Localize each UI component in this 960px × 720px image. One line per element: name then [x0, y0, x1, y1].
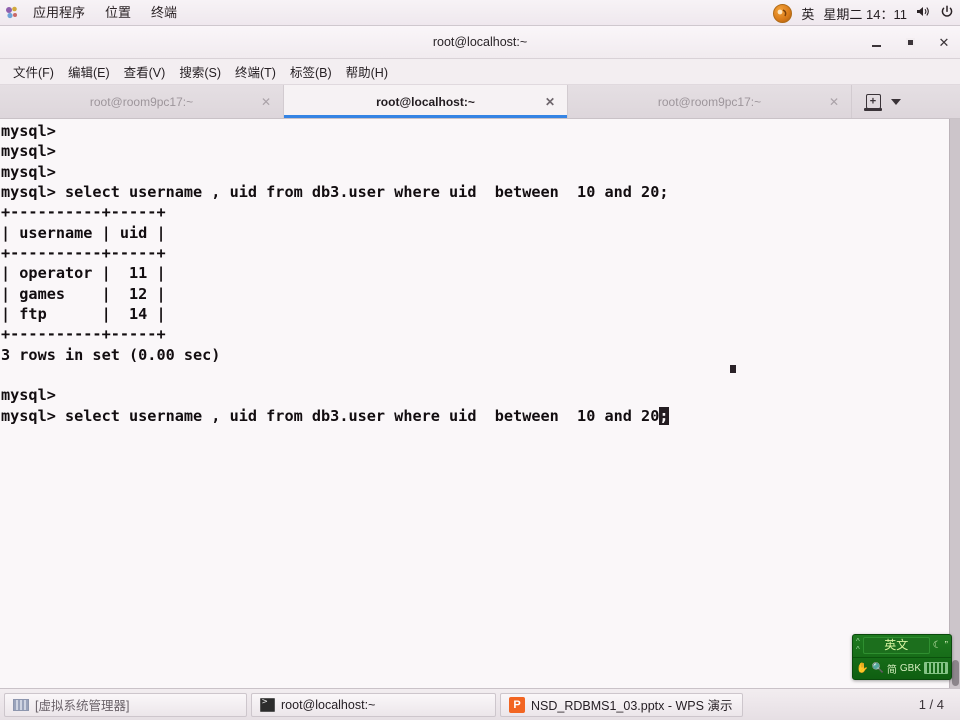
terminal-scrollbar-thumb[interactable] [952, 660, 959, 686]
ime-encoding-label[interactable]: GBK [900, 663, 921, 674]
window-title: root@localhost:~ [432, 35, 528, 49]
taskbar-item-label: [虚拟系统管理器] [35, 699, 130, 713]
tab-room9pc17-2[interactable]: root@room9pc17:~ ✕ [568, 85, 852, 118]
volume-icon[interactable] [916, 5, 931, 21]
tab-bar: root@room9pc17:~ ✕ root@localhost:~ ✕ ro… [0, 85, 960, 119]
user-avatar-icon[interactable] [773, 3, 793, 23]
taskbar-item-virt-manager[interactable]: [虚拟系统管理器] [4, 692, 247, 717]
menubar: 文件(F) 编辑(E) 查看(V) 搜索(S) 终端(T) 标签(B) 帮助(H… [0, 59, 960, 85]
taskbar-item-label: root@localhost:~ [281, 697, 376, 712]
applications-icon[interactable] [4, 5, 20, 21]
tab-label: root@localhost:~ [376, 94, 475, 109]
maximize-button[interactable] [902, 34, 918, 50]
taskbar-item-terminal[interactable]: root@localhost:~ [251, 692, 496, 717]
panel-menu-applications[interactable]: 应用程序 [23, 0, 95, 26]
minimize-button[interactable] [868, 34, 884, 50]
new-tab-icon[interactable] [864, 94, 882, 111]
tab-label: root@room9pc17:~ [657, 94, 762, 109]
terminal-window: root@localhost:~ ✕ 文件(F) 编辑(E) 查看(V) 搜索(… [0, 26, 960, 690]
tab-close-icon[interactable]: ✕ [829, 95, 839, 109]
ime-mode-button[interactable]: 英文 [862, 637, 930, 655]
ime-row-top: ^ ^ 英文 ☾ ” [853, 635, 951, 658]
terminal-output: mysql> mysql> mysql> mysql> select usern… [1, 121, 669, 426]
terminal-icon [260, 697, 275, 712]
tab-close-icon[interactable]: ✕ [545, 95, 555, 109]
terminal-body[interactable]: mysql> mysql> mysql> mysql> select usern… [0, 119, 960, 690]
menu-view[interactable]: 查看(V) [117, 60, 173, 83]
tab-tools [852, 85, 914, 118]
menu-tabs[interactable]: 标签(B) [283, 60, 339, 83]
wps-icon [509, 696, 525, 713]
tab-localhost[interactable]: root@localhost:~ ✕ [284, 85, 568, 118]
window-controls: ✕ [868, 26, 952, 58]
terminal-scrollback: mysql> mysql> mysql> mysql> select usern… [1, 122, 669, 425]
keyboard-icon[interactable] [924, 662, 949, 675]
moon-icon[interactable]: ☾ [933, 640, 942, 651]
taskbar: [虚拟系统管理器] root@localhost:~ NSD_RDBMS1_03… [0, 688, 960, 720]
ime-floating-panel[interactable]: ^ ^ 英文 ☾ ” ✋ 🔍 简 GBK [852, 634, 952, 680]
terminal-cursor: ; [659, 406, 669, 425]
ime-row-bottom: ✋ 🔍 简 GBK [853, 658, 951, 680]
window-titlebar[interactable]: root@localhost:~ ✕ [0, 26, 960, 59]
screen-artifact-dot [730, 365, 736, 373]
power-icon[interactable] [940, 5, 954, 22]
taskbar-item-wps[interactable]: NSD_RDBMS1_03.pptx - WPS 演示 [500, 692, 743, 717]
panel-menu-terminal[interactable]: 终端 [141, 0, 187, 26]
search-icon[interactable]: 🔍 [871, 663, 883, 674]
chevrons-up-icon[interactable]: ^ ^ [856, 637, 860, 654]
panel-status-area: 英 星期二 14：11 [773, 0, 954, 26]
top-panel: 应用程序 位置 终端 英 星期二 14：11 [0, 0, 960, 26]
hand-icon[interactable]: ✋ [856, 663, 868, 674]
quote-icon[interactable]: ” [945, 640, 948, 651]
chevron-down-icon[interactable] [890, 98, 901, 105]
close-button[interactable]: ✕ [936, 34, 952, 50]
taskbar-item-label: NSD_RDBMS1_03.pptx - WPS 演示 [531, 699, 733, 713]
terminal-scrollbar[interactable] [949, 119, 960, 690]
desktop-root: 应用程序 位置 终端 英 星期二 14：11 root@localhost:~ … [0, 0, 960, 720]
workspace-indicator[interactable]: 1 / 4 [919, 697, 956, 712]
menu-terminal[interactable]: 终端(T) [228, 60, 283, 83]
tab-room9pc17-1[interactable]: root@room9pc17:~ ✕ [0, 85, 284, 118]
tab-close-icon[interactable]: ✕ [261, 95, 271, 109]
menu-search[interactable]: 搜索(S) [172, 60, 228, 83]
virt-manager-icon [13, 698, 29, 711]
panel-clock[interactable]: 星期二 14：11 [823, 4, 907, 23]
panel-menu-places[interactable]: 位置 [95, 0, 141, 26]
menu-help[interactable]: 帮助(H) [339, 60, 395, 83]
menu-file[interactable]: 文件(F) [6, 60, 61, 83]
menu-edit[interactable]: 编辑(E) [61, 60, 117, 83]
ime-script-label[interactable]: 简 [887, 661, 897, 676]
tab-label: root@room9pc17:~ [89, 94, 194, 109]
panel-ime-indicator[interactable]: 英 [801, 4, 814, 23]
